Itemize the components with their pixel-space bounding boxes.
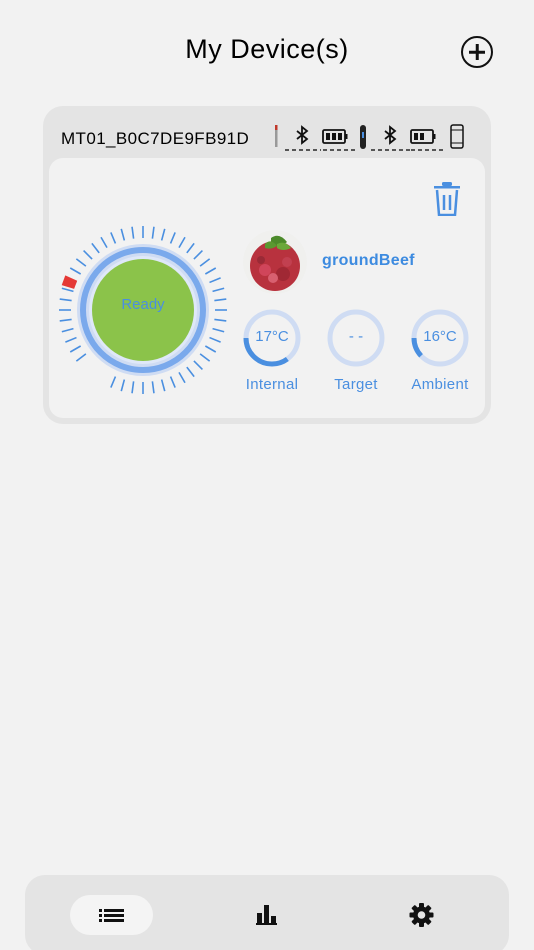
dial-tick [151, 226, 155, 239]
internal-temp-label: Internal [245, 376, 299, 393]
dial-tick [199, 258, 211, 267]
tab-settings[interactable] [380, 895, 463, 935]
dial-tick [178, 371, 186, 384]
add-device-button[interactable] [461, 36, 493, 68]
dial-tick [91, 242, 100, 254]
bar-chart-icon [256, 905, 277, 925]
dial-tick [193, 360, 203, 370]
dial-tick [186, 242, 195, 254]
dial-tick [214, 318, 227, 322]
dial-tick [120, 379, 126, 392]
battery-full-icon [322, 129, 348, 144]
target-temp-value: - - [348, 328, 364, 345]
food-image [243, 230, 307, 294]
dial-tick [209, 336, 221, 343]
internal-temp-gauge: 17°C [242, 308, 302, 368]
dial-status: Ready [121, 296, 165, 313]
gear-icon [409, 903, 434, 927]
tab-bar [25, 875, 509, 950]
dial-tick [186, 366, 195, 378]
cooking-dial[interactable]: Ready [57, 224, 229, 396]
internal-temp-value: 17°C [255, 328, 289, 345]
dial-tick [193, 250, 203, 260]
page-title: My Device(s) [185, 34, 349, 64]
device-status-strip [275, 124, 464, 151]
target-temp-gauge[interactable]: - - [326, 308, 386, 368]
ambient-temp-label: Ambient [411, 376, 469, 393]
dial-tick [204, 345, 217, 353]
dial-tick [178, 236, 186, 249]
dial-tick [209, 277, 221, 284]
dial-tick [100, 236, 108, 249]
bluetooth-icon [384, 125, 397, 145]
battery-half-icon [410, 129, 436, 144]
dial-tick [75, 258, 87, 267]
dial-tick [199, 353, 211, 362]
phone-icon [450, 124, 464, 149]
dial-tick [61, 327, 74, 333]
tab-devices[interactable] [70, 895, 153, 935]
food-name[interactable]: groundBeef [322, 252, 415, 270]
dial-tick [59, 298, 72, 302]
dial-tick [75, 353, 87, 362]
dial-tick [83, 250, 93, 260]
dial-tick [131, 226, 135, 239]
target-temp-label: Target [334, 376, 378, 393]
device-id: MT01_B0C7DE9FB91D [61, 129, 250, 148]
dial-tick [69, 267, 82, 275]
device-card[interactable]: MT01_B0C7DE9FB91D Ready groundBeef 17°C … [43, 106, 491, 424]
list-icon [99, 909, 124, 922]
dial-tick [110, 376, 117, 388]
dial-tick [212, 287, 225, 293]
probe-icon [275, 125, 278, 147]
dial-tick [65, 336, 77, 343]
dial-tick [169, 376, 176, 388]
repeater-icon [360, 125, 366, 149]
ambient-temp-gauge: 16°C [410, 308, 470, 368]
dial-tick [169, 232, 176, 244]
dial-tick [120, 228, 126, 241]
device-detail-panel: Ready groundBeef 17°C Internal - - Targe… [49, 158, 485, 418]
dial-tick [131, 381, 135, 394]
dial-tick [160, 379, 166, 392]
dial-tick [212, 327, 225, 333]
dial-tick [69, 345, 82, 353]
dial-tick [204, 267, 217, 275]
dial-tick [160, 228, 166, 241]
dial-tick [110, 232, 117, 244]
tab-charts[interactable] [225, 895, 308, 935]
dial-alert-marker [61, 275, 78, 289]
ambient-temp-value: 16°C [423, 328, 457, 345]
trash-icon[interactable] [433, 182, 461, 216]
dial-tick [214, 298, 227, 302]
dial-tick [59, 318, 72, 322]
dial-tick [61, 287, 74, 293]
dial-tick [151, 381, 155, 394]
bluetooth-icon [296, 125, 309, 145]
